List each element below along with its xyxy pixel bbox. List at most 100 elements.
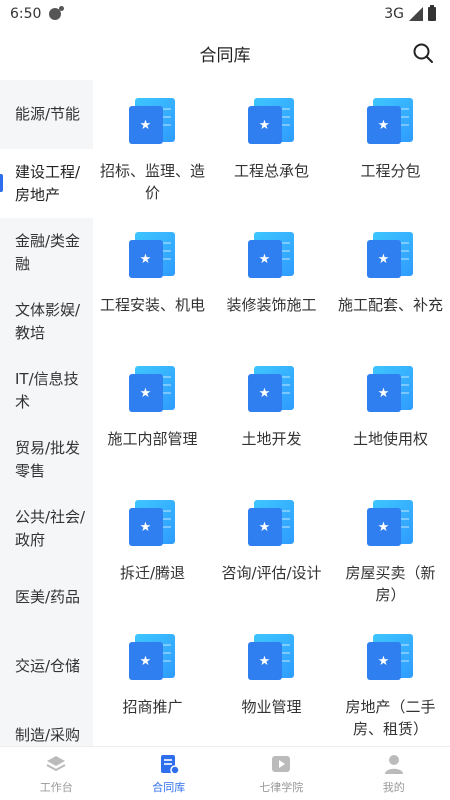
bottom-tab-bar: 工作台 合同库 七律学院 我的 (0, 746, 450, 800)
contract-category-item[interactable]: ★ 物业管理 (212, 634, 331, 746)
contract-document-icon: ★ (128, 366, 177, 414)
tab-label: 工作台 (39, 780, 73, 794)
sidebar-item-label: 交运/仓储 (15, 657, 81, 675)
contract-category-item[interactable]: ★ 土地使用权 (331, 366, 450, 500)
notification-icon (49, 6, 65, 20)
contract-category-item[interactable]: ★ 施工内部管理 (93, 366, 212, 500)
contract-category-label: 招商推广 (122, 698, 183, 716)
star-icon: ★ (247, 508, 282, 546)
contract-category-item[interactable]: ★ 工程安装、机电 (93, 232, 212, 366)
contract-category-item[interactable]: ★ 工程分包 (331, 98, 450, 232)
contract-category-label: 咨询/评估/设计 (221, 564, 322, 582)
contract-category-item[interactable]: ★ 房屋买卖（新房） (331, 500, 450, 634)
layers-icon (46, 755, 66, 771)
contract-document-icon: ★ (128, 98, 177, 146)
contract-document-icon: ★ (366, 98, 415, 146)
contract-category-item[interactable]: ★ 招标、监理、造价 (93, 98, 212, 232)
sidebar-item-label: 能源/节能 (15, 105, 81, 123)
page-title: 合同库 (199, 45, 251, 66)
star-icon: ★ (366, 642, 401, 680)
tab-label: 合同库 (152, 780, 186, 794)
contract-category-label: 招标、监理、造价 (100, 162, 205, 202)
contract-category-label: 工程安装、机电 (100, 296, 205, 314)
contract-category-item[interactable]: ★ 房地产（二手房、租赁） (331, 634, 450, 746)
play-icon (272, 755, 291, 772)
sidebar-item-label: 公共/社会/政府 (15, 507, 86, 549)
star-icon: ★ (247, 642, 282, 680)
contract-document-icon: ★ (366, 634, 415, 682)
network-type: 3G (384, 6, 404, 22)
contract-category-label: 工程分包 (360, 162, 421, 180)
star-icon: ★ (128, 642, 163, 680)
star-icon: ★ (366, 508, 401, 546)
sidebar-item-label: 制造/采购 (15, 726, 81, 744)
contract-document-icon: ★ (247, 634, 296, 682)
contract-category-label: 拆迁/腾退 (119, 564, 186, 582)
contract-category-item[interactable]: ★ 拆迁/腾退 (93, 500, 212, 634)
sidebar-item-label: 贸易/批发零售 (15, 438, 81, 480)
status-time: 6:50 (10, 6, 42, 22)
battery-icon (428, 5, 436, 21)
sidebar-item-manufacturing[interactable]: 制造/采购 (0, 701, 93, 746)
contract-category-item[interactable]: ★ 工程总承包 (212, 98, 331, 232)
contract-document-icon: ★ (247, 232, 296, 280)
contract-category-label: 装修装饰施工 (226, 296, 317, 314)
star-icon: ★ (247, 374, 282, 412)
contract-document-icon: ★ (247, 98, 296, 146)
sidebar-item-public[interactable]: 公共/社会/政府 (0, 494, 93, 563)
contract-category-item[interactable]: ★ 招商推广 (93, 634, 212, 746)
contract-category-label: 施工内部管理 (107, 430, 198, 448)
sidebar-item-construction[interactable]: 建设工程/房地产 (0, 149, 93, 218)
contract-document-icon: ★ (128, 500, 177, 548)
tab-workbench[interactable]: 工作台 (0, 747, 113, 800)
sidebar-item-energy[interactable]: 能源/节能 (0, 80, 93, 149)
sidebar-item-culture[interactable]: 文体影娱/教培 (0, 287, 93, 356)
contract-category-label: 土地使用权 (352, 430, 428, 448)
sidebar-item-medical[interactable]: 医美/药品 (0, 563, 93, 632)
contract-category-label: 工程总承包 (233, 162, 309, 180)
document-icon (160, 754, 180, 775)
contract-document-icon: ★ (128, 634, 177, 682)
search-icon[interactable] (412, 42, 434, 64)
star-icon: ★ (366, 240, 401, 278)
user-icon (384, 754, 403, 774)
contract-category-item[interactable]: ★ 施工配套、补充 (331, 232, 450, 366)
tab-label: 我的 (382, 780, 405, 794)
contract-category-label: 物业管理 (241, 698, 302, 716)
contract-document-icon: ★ (247, 366, 296, 414)
sidebar-item-label: 文体影娱/教培 (15, 300, 81, 342)
header: 合同库 (0, 28, 450, 78)
contract-category-item[interactable]: ★ 咨询/评估/设计 (212, 500, 331, 634)
contract-category-label: 房屋买卖（新房） (345, 564, 436, 604)
contract-document-icon: ★ (128, 232, 177, 280)
contract-category-label: 施工配套、补充 (338, 296, 443, 314)
contract-category-label: 房地产（二手房、租赁） (345, 698, 436, 738)
sidebar-item-label: 医美/药品 (15, 588, 81, 606)
star-icon: ★ (128, 374, 163, 412)
star-icon: ★ (366, 106, 401, 144)
sidebar-item-it[interactable]: IT/信息技术 (0, 356, 93, 425)
star-icon: ★ (247, 240, 282, 278)
tab-label: 七律学院 (259, 780, 304, 794)
contract-document-icon: ★ (366, 366, 415, 414)
star-icon: ★ (247, 106, 282, 144)
sidebar-item-trade[interactable]: 贸易/批发零售 (0, 425, 93, 494)
contract-category-item[interactable]: ★ 土地开发 (212, 366, 331, 500)
tab-contract-library[interactable]: 合同库 (113, 747, 226, 800)
contract-category-grid: ★ 招标、监理、造价 ★ 工程总承包 ★ 工程分包 ★ 工程安装、机电 ★ 装修装饰施工 ★ 施工配套… (93, 80, 450, 746)
star-icon: ★ (128, 508, 163, 546)
star-icon: ★ (128, 106, 163, 144)
signal-icon (409, 7, 423, 21)
sidebar-item-finance[interactable]: 金融/类金融 (0, 218, 93, 287)
tab-academy[interactable]: 七律学院 (225, 747, 338, 800)
sidebar-item-label: 建设工程/房地产 (15, 162, 81, 204)
contract-document-icon: ★ (247, 500, 296, 548)
tab-profile[interactable]: 我的 (338, 747, 450, 800)
sidebar-item-label: 金融/类金融 (15, 231, 81, 273)
contract-category-item[interactable]: ★ 装修装饰施工 (212, 232, 331, 366)
sidebar-item-transport[interactable]: 交运/仓储 (0, 632, 93, 701)
star-icon: ★ (128, 240, 163, 278)
contract-category-label: 土地开发 (241, 430, 302, 448)
contract-document-icon: ★ (366, 500, 415, 548)
contract-document-icon: ★ (366, 232, 415, 280)
